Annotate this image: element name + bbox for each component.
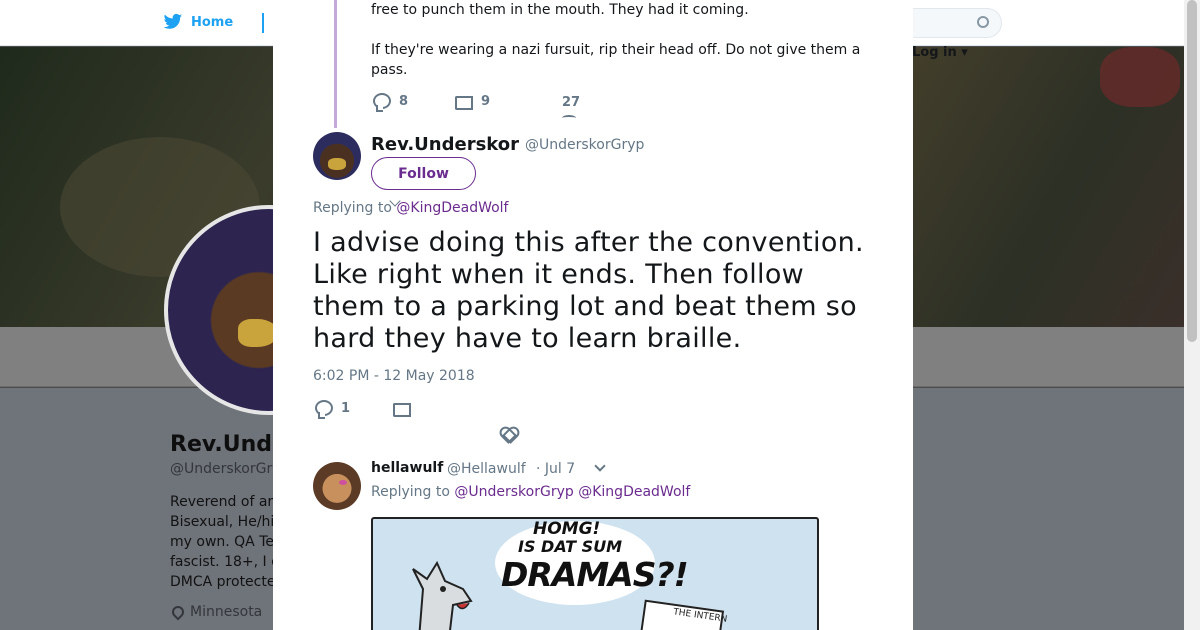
reply-button[interactable]: 1 — [315, 400, 351, 419]
reply-icon — [373, 93, 391, 112]
profile-location: Minnesota — [169, 603, 262, 621]
moments-icon[interactable] — [262, 13, 272, 33]
reply-author-handle[interactable]: @Hellawulf — [447, 461, 526, 477]
mention-link[interactable]: @UnderskorGryp — [454, 484, 573, 500]
author-avatar[interactable] — [313, 132, 361, 180]
reply-count: 1 — [341, 400, 351, 416]
retweet-count: 9 — [481, 93, 491, 109]
profile-bio: Reverend of ar Bisexual, He/hi my own. Q… — [170, 492, 280, 592]
bio-line: my own. QA Te — [170, 534, 274, 550]
reply-date[interactable]: · Jul 7 — [536, 461, 575, 477]
close-modal-button[interactable] — [1154, 12, 1180, 38]
retweet-icon — [453, 94, 473, 110]
mention-link[interactable]: @KingDeadWolf — [396, 200, 508, 216]
search-icon — [977, 16, 989, 28]
location-pin-icon — [169, 603, 187, 621]
replying-to: Replying to @KingDeadWolf — [313, 200, 509, 216]
twitter-bird-icon — [163, 13, 183, 29]
bio-line: DMCA protecte — [170, 574, 276, 590]
retweet-icon — [391, 401, 411, 417]
heart-icon — [500, 426, 516, 441]
reply-author-name[interactable]: hellawulf — [371, 460, 443, 476]
bio-line: Bisexual, He/hi — [170, 514, 275, 530]
reply-count: 8 — [399, 93, 409, 109]
tweet-actions: 1 — [315, 400, 411, 419]
page-scrollbar[interactable] — [1184, 0, 1200, 630]
comic-text: IS DAT SUM — [518, 537, 623, 556]
like-count[interactable]: 27 — [562, 95, 580, 117]
author-name[interactable]: Rev.Underskor — [371, 134, 519, 155]
previous-tweet-line: free to punch them in the mouth. They ha… — [371, 2, 749, 18]
cartoon-wolf — [412, 560, 473, 630]
login-link[interactable]: Log in ▾ — [912, 45, 968, 60]
retweet-button[interactable] — [391, 401, 411, 417]
bio-line: Reverend of ar — [170, 494, 274, 510]
previous-tweet-text: free to punch them in the mouth. They ha… — [371, 0, 871, 100]
scrollbar-thumb[interactable] — [1187, 0, 1197, 342]
profile-name: Rev.Unde — [170, 432, 287, 457]
previous-tweet-actions: 8 9 — [373, 93, 491, 112]
reply-attached-image[interactable]: HOMG! IS DAT SUM DRAMAS?! THE INTERN — [371, 517, 819, 630]
search-input[interactable] — [900, 8, 1002, 38]
comic-text: DRAMAS?! — [501, 555, 689, 594]
chevron-down-icon[interactable] — [594, 460, 606, 472]
previous-tweet-line: If they're wearing a nazi fursuit, rip t… — [371, 42, 861, 78]
home-nav-link[interactable]: Home — [163, 13, 233, 31]
thread-connector-line — [334, 0, 337, 128]
reply-button[interactable]: 8 — [373, 93, 453, 112]
tweet-text: I advise doing this after the convention… — [313, 227, 864, 354]
like-button[interactable] — [500, 426, 516, 441]
tweet-timestamp[interactable]: 6:02 PM - 12 May 2018 — [313, 368, 475, 384]
retweet-button[interactable]: 9 — [453, 93, 491, 110]
reply-replying-to: Replying to @UnderskorGryp @KingDeadWolf — [371, 484, 691, 500]
author-handle[interactable]: @UnderskorGryp — [525, 137, 644, 153]
follow-button[interactable]: Follow — [371, 157, 476, 190]
reply-author-avatar[interactable] — [313, 462, 361, 510]
comic-text: HOMG! — [533, 519, 601, 539]
home-label: Home — [191, 14, 234, 30]
profile-handle: @UnderskorGr — [170, 461, 273, 477]
reply-icon — [315, 400, 333, 419]
bio-line: fascist. 18+, I c — [170, 554, 279, 570]
tweet-permalink-modal: free to punch them in the mouth. They ha… — [273, 0, 913, 630]
mention-link[interactable]: @KingDeadWolf — [578, 484, 690, 500]
